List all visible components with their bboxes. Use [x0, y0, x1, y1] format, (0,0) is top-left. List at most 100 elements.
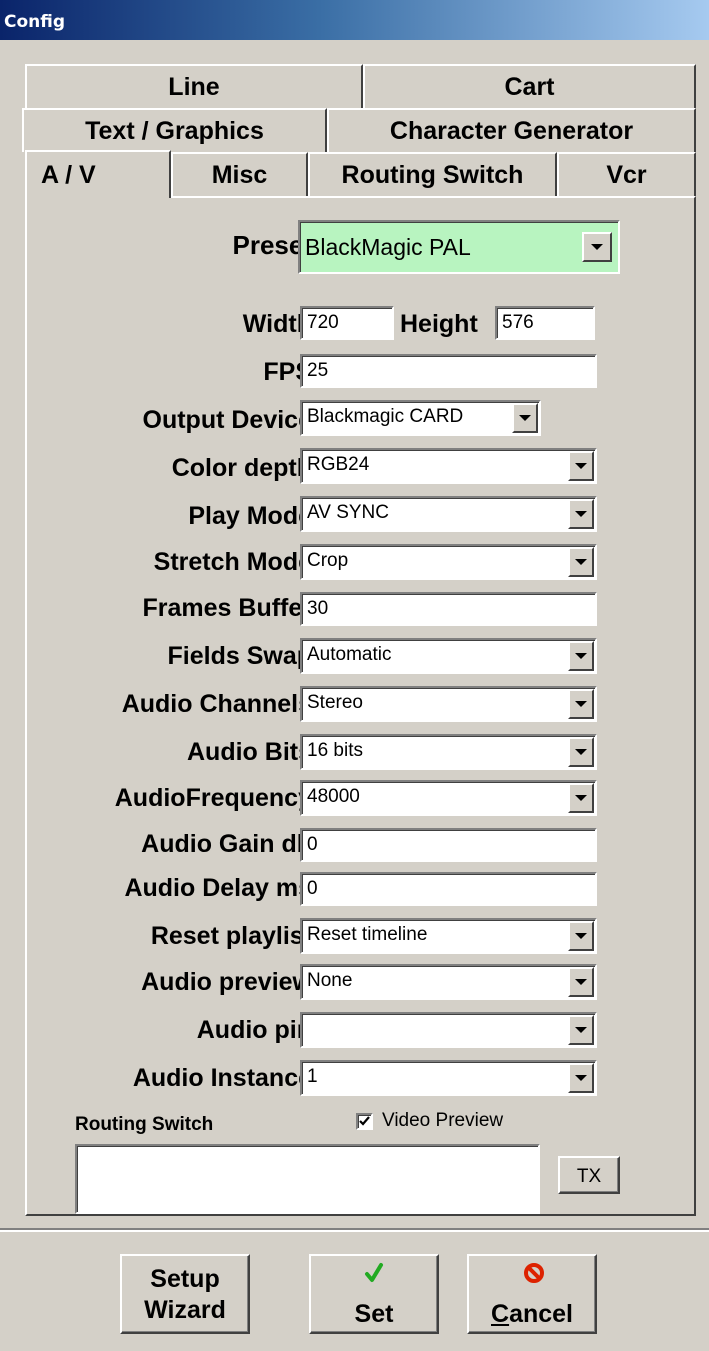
fps-field[interactable]: 25 — [300, 354, 597, 388]
stretch-mode-label: Stretch Mode — [153, 548, 312, 576]
tab-misc-label: Misc — [211, 160, 268, 189]
audio-bits-label: Audio Bits — [187, 738, 312, 766]
tab-cart-label: Cart — [504, 72, 555, 101]
chevron-down-icon[interactable] — [568, 547, 594, 577]
width-value: 720 — [307, 312, 339, 333]
title-bar: Config — [0, 0, 709, 40]
setup-wizard-button[interactable]: Setup Wizard — [120, 1254, 250, 1334]
tx-button-label: TX — [576, 1166, 602, 1187]
stretch-mode-value: Crop — [307, 550, 349, 571]
preset-select[interactable]: BlackMagic PAL — [298, 220, 620, 274]
audio-pin-select[interactable] — [300, 1012, 597, 1048]
audio-channels-value: Stereo — [307, 692, 363, 713]
audio-instance-value: 1 — [307, 1066, 318, 1087]
audio-instance-select[interactable]: 1 — [300, 1060, 597, 1096]
preset-value: BlackMagic PAL — [305, 234, 471, 260]
fps-value: 25 — [307, 360, 329, 381]
setup-wizard-line2: Wizard — [144, 1296, 226, 1324]
chevron-down-icon[interactable] — [512, 403, 538, 433]
tab-line[interactable]: Line — [25, 64, 363, 108]
video-preview-label: Video Preview — [382, 1110, 504, 1131]
audio-delay-value: 0 — [307, 878, 318, 899]
width-field[interactable]: 720 — [300, 306, 394, 340]
fields-swap-label: Fields Swap — [167, 642, 312, 670]
checkbox-icon[interactable] — [356, 1112, 373, 1130]
frames-buffer-field[interactable]: 30 — [300, 592, 597, 626]
divider — [0, 1228, 709, 1232]
color-depth-select[interactable]: RGB24 — [300, 448, 597, 484]
audio-bits-value: 16 bits — [307, 740, 363, 761]
audio-gain-value: 0 — [307, 834, 318, 855]
chevron-down-icon[interactable] — [568, 1015, 594, 1045]
audio-instance-label: Audio Instance — [132, 1064, 312, 1092]
chevron-down-icon[interactable] — [568, 921, 594, 951]
audio-preview-select[interactable]: None — [300, 964, 597, 1000]
tab-vcr[interactable]: Vcr — [557, 152, 696, 196]
chevron-down-icon[interactable] — [568, 451, 594, 481]
checkmark-icon — [365, 1263, 383, 1282]
reset-playlist-value: Reset timeline — [307, 924, 428, 945]
audio-gain-field[interactable]: 0 — [300, 828, 597, 862]
tx-button[interactable]: TX — [558, 1156, 620, 1194]
tab-vcr-label: Vcr — [606, 160, 647, 189]
frames-buffer-label: Frames Buffer — [142, 594, 313, 622]
chevron-down-icon[interactable] — [568, 641, 594, 671]
tab-line-label: Line — [168, 72, 220, 101]
setup-wizard-line1: Setup — [150, 1265, 220, 1293]
routing-switch-label: Routing Switch — [75, 1114, 214, 1135]
play-mode-label: Play Mode — [188, 502, 312, 530]
cancel-rest: ancel — [509, 1300, 573, 1328]
output-device-value: Blackmagic CARD — [307, 406, 464, 427]
routing-switch-text[interactable] — [75, 1144, 540, 1214]
tab-character-generator-label: Character Generator — [389, 116, 634, 145]
output-device-label: Output Device — [142, 406, 312, 434]
chevron-down-icon[interactable] — [568, 783, 594, 813]
audio-frequency-select[interactable]: 48000 — [300, 780, 597, 816]
stretch-mode-select[interactable]: Crop — [300, 544, 597, 580]
chevron-down-icon[interactable] — [568, 967, 594, 997]
audio-pin-label: Audio pin — [196, 1016, 312, 1044]
audio-preview-value: None — [307, 970, 353, 991]
chevron-down-icon[interactable] — [568, 499, 594, 529]
video-preview-checkbox[interactable]: Video Preview — [356, 1110, 503, 1132]
audio-delay-field[interactable]: 0 — [300, 872, 597, 906]
audio-channels-label: Audio Channels — [121, 690, 312, 718]
chevron-down-icon[interactable] — [568, 737, 594, 767]
tab-av-label: A / V — [41, 160, 96, 189]
chevron-down-icon[interactable] — [582, 232, 612, 262]
audio-frequency-value: 48000 — [307, 786, 360, 807]
audio-delay-label: Audio Delay ms — [124, 874, 312, 902]
tab-character-generator[interactable]: Character Generator — [327, 108, 696, 152]
fields-swap-select[interactable]: Automatic — [300, 638, 597, 674]
cancel-button[interactable]: Cancel — [467, 1254, 597, 1334]
reset-playlist-label: Reset playlist — [150, 922, 312, 950]
audio-channels-select[interactable]: Stereo — [300, 686, 597, 722]
tab-av[interactable]: A / V — [25, 150, 171, 198]
window-title: Config — [4, 12, 66, 32]
color-depth-value: RGB24 — [307, 454, 370, 475]
prohibited-icon — [524, 1263, 544, 1283]
color-depth-label: Color depth — [171, 454, 312, 482]
play-mode-value: AV SYNC — [307, 502, 390, 523]
audio-frequency-label: AudioFrequency — [114, 784, 312, 812]
chevron-down-icon[interactable] — [568, 689, 594, 719]
set-button[interactable]: Set — [309, 1254, 439, 1334]
height-field[interactable]: 576 — [495, 306, 595, 340]
chevron-down-icon[interactable] — [568, 1063, 594, 1093]
tab-misc[interactable]: Misc — [171, 152, 308, 196]
audio-gain-label: Audio Gain db — [141, 830, 312, 858]
tab-routing-switch[interactable]: Routing Switch — [308, 152, 557, 196]
audio-bits-select[interactable]: 16 bits — [300, 734, 597, 770]
tab-text-graphics-label: Text / Graphics — [85, 116, 264, 145]
tab-cart[interactable]: Cart — [363, 64, 696, 108]
reset-playlist-select[interactable]: Reset timeline — [300, 918, 597, 954]
audio-preview-label: Audio preview — [141, 968, 312, 996]
play-mode-select[interactable]: AV SYNC — [300, 496, 597, 532]
fields-swap-value: Automatic — [307, 644, 392, 665]
cancel-mnemonic: C — [491, 1300, 510, 1328]
av-panel: Preset BlackMagic PAL Width 720 Height 5… — [25, 196, 696, 1216]
cancel-button-label: Cancel — [469, 1300, 595, 1329]
output-device-select[interactable]: Blackmagic CARD — [300, 400, 541, 436]
checkmark-icon — [359, 1115, 370, 1126]
tab-text-graphics[interactable]: Text / Graphics — [22, 108, 327, 152]
